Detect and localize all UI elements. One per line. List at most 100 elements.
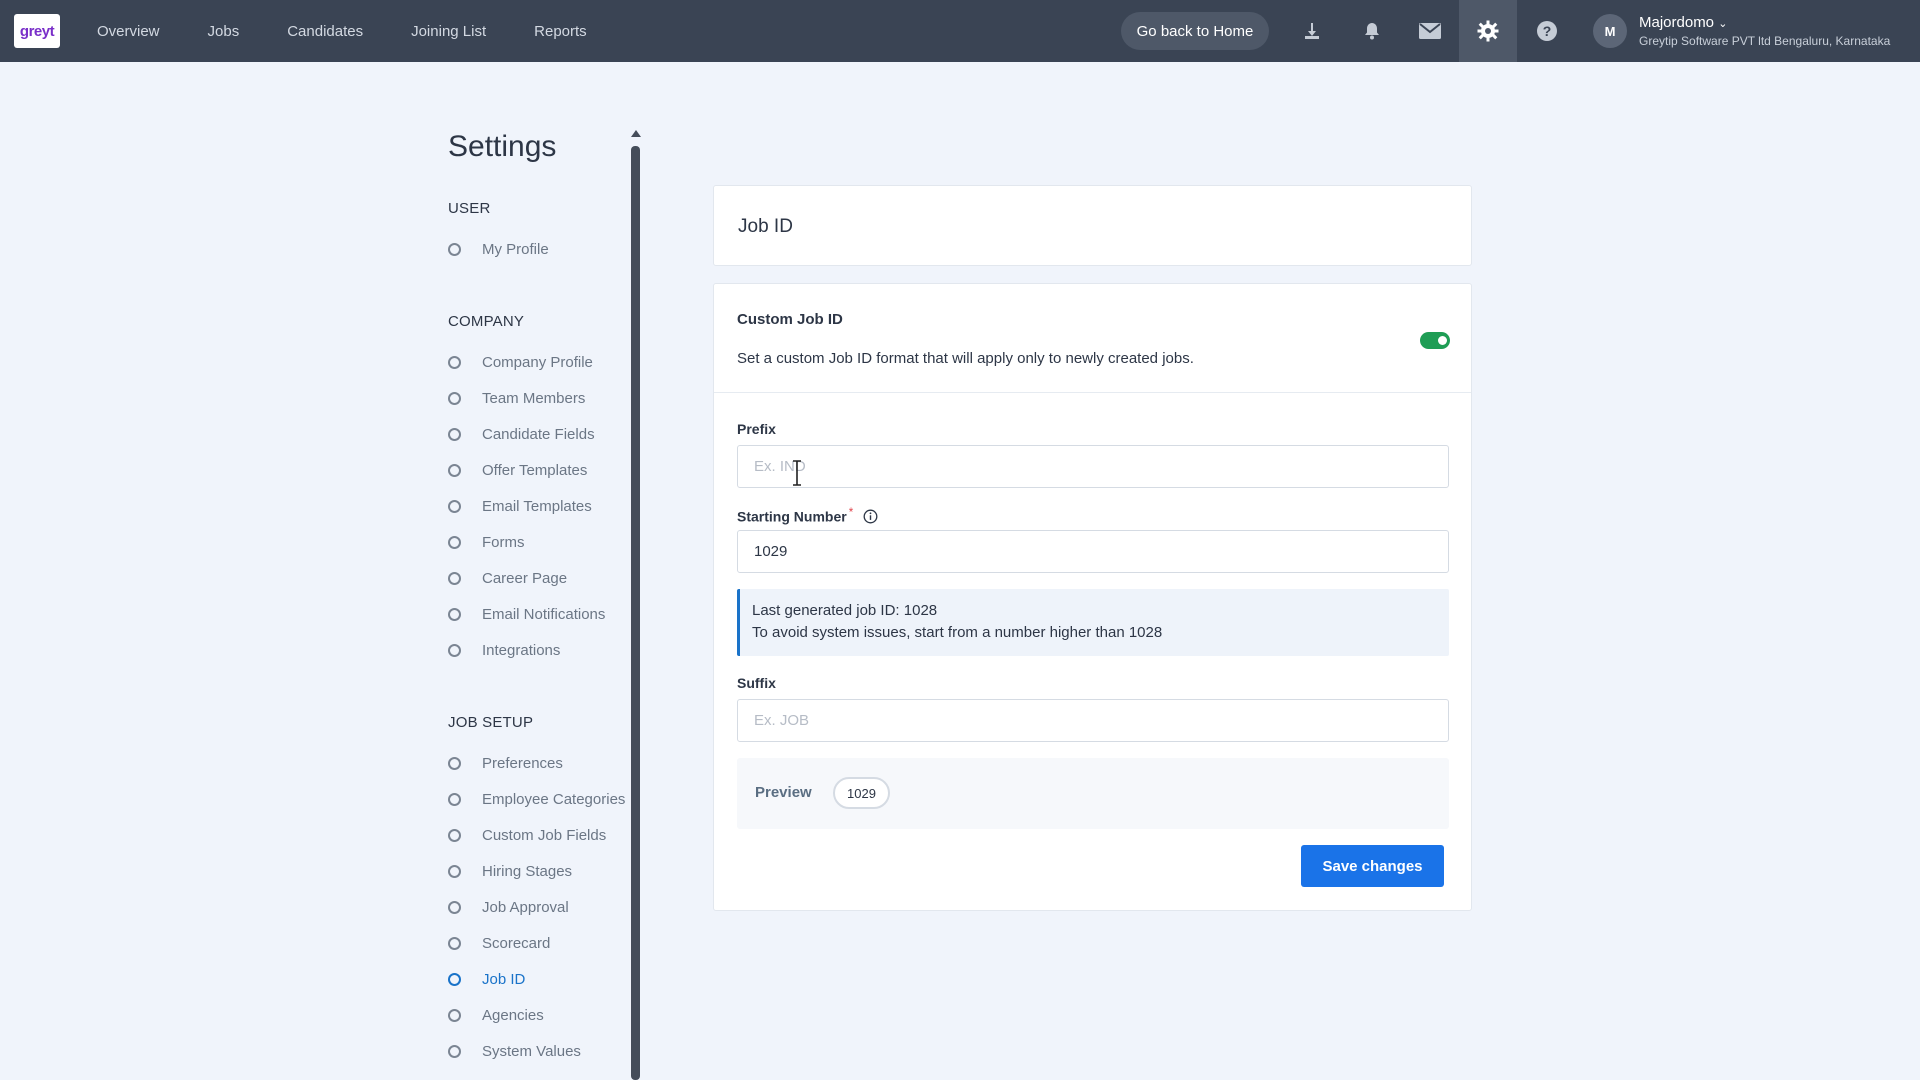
divider [714,392,1471,393]
sidebar-item-label: System Values [482,1042,581,1060]
sidebar-item-label: Job ID [482,970,526,988]
chevron-down-icon: ⌄ [1718,18,1728,30]
gear-icon[interactable] [1459,0,1517,62]
preview-box: Preview 1029 [737,758,1449,829]
radio-icon [448,427,461,441]
user-name: Majordomo [1639,14,1715,31]
sidebar-item-scorecard[interactable]: Scorecard [448,931,550,955]
sidebar-item-forms[interactable]: Forms [448,530,525,554]
sidebar-item-email-templates[interactable]: Email Templates [448,494,592,518]
preview-label: Preview [755,784,812,801]
radio-icon [448,936,461,950]
user-name-dropdown[interactable]: Majordomo ⌄ [1639,14,1727,31]
sidebar-item-label: Job Approval [482,898,569,916]
sidebar-item-label: Career Page [482,569,568,587]
sidebar-item-my-profile[interactable]: My Profile [448,237,549,261]
text-cursor-icon [792,460,802,486]
sidebar-item-label: Hiring Stages [482,862,573,880]
sidebar-item-label: Scorecard [482,934,551,952]
sidebar-item-employee-categories[interactable]: Employee Categories [448,787,625,811]
sidebar-item-custom-job-fields[interactable]: Custom Job Fields [448,823,606,847]
greytip-logo[interactable]: greyt [14,14,60,48]
info-icon[interactable] [863,509,878,527]
custom-job-id-title: Custom Job ID [737,311,843,328]
custom-job-id-toggle[interactable] [1420,332,1450,349]
sidebar-item-email-notifications[interactable]: Email Notifications [448,602,605,626]
sidebar-item-label: Email Templates [482,497,592,515]
radio-icon [448,864,461,878]
required-mark: * [848,506,854,519]
nav-overview[interactable]: Overview [97,23,160,40]
sidebar-item-candidate-fields[interactable]: Candidate Fields [448,422,595,446]
sidebar-item-label: Forms [482,533,525,551]
radio-icon [448,1008,461,1022]
sidebar-item-agencies[interactable]: Agencies [448,1003,544,1027]
last-generated-info-box: Last generated job ID: 1028 To avoid sys… [737,589,1449,656]
custom-job-id-description: Set a custom Job ID format that will app… [737,350,1194,367]
page-title: Settings [448,130,557,163]
sidebar-item-career-page[interactable]: Career Page [448,566,567,590]
starting-number-label: Starting Number * [737,506,878,527]
nav-jobs[interactable]: Jobs [208,23,240,40]
sidebar-item-label: Custom Job Fields [482,826,607,844]
starting-number-input[interactable]: 1029 [737,530,1449,573]
go-back-home-button[interactable]: Go back to Home [1121,12,1269,50]
sidebar-item-label: Employee Categories [482,790,626,808]
card-title: Job ID [738,216,793,237]
nav-reports[interactable]: Reports [534,23,587,40]
avatar[interactable]: M [1593,14,1627,48]
radio-icon [448,643,461,657]
sidebar-item-hiring-stages[interactable]: Hiring Stages [448,859,572,883]
section-heading-user: USER [448,200,491,217]
nav-joining-list[interactable]: Joining List [411,23,486,40]
sidebar-item-label: Team Members [482,389,586,407]
download-icon[interactable] [1283,0,1341,62]
section-heading-job-setup: JOB SETUP [448,714,534,731]
sidebar-item-label: Agencies [482,1006,544,1024]
sidebar-item-job-id[interactable]: Job ID [448,967,525,991]
sidebar-item-label: Preferences [482,754,563,772]
section-heading-company: COMPANY [448,313,525,330]
prefix-label: Prefix [737,421,776,437]
radio-icon [448,355,461,369]
user-organization: Greytip Software PVT ltd Bengaluru, Karn… [1639,34,1891,48]
sidebar-item-label: Company Profile [482,353,593,371]
sidebar-item-system-values[interactable]: System Values [448,1039,581,1063]
scroll-up-arrow-icon[interactable] [631,130,641,137]
radio-icon [448,792,461,806]
sidebar-item-offer-templates[interactable]: Offer Templates [448,458,587,482]
bell-icon[interactable] [1343,0,1401,62]
radio-selected-icon [448,972,461,986]
help-icon[interactable]: ? [1518,0,1576,62]
radio-icon [448,463,461,477]
svg-text:?: ? [1543,23,1552,39]
nav-candidates[interactable]: Candidates [287,23,363,40]
sidebar-scrollbar[interactable] [631,146,640,1080]
sidebar-item-label: My Profile [482,240,549,258]
top-navigation-bar: greyt Overview Jobs Candidates Joining L… [0,0,1920,62]
suffix-input[interactable]: Ex. JOB [737,699,1449,742]
radio-icon [448,1044,461,1058]
save-changes-button[interactable]: Save changes [1301,845,1444,887]
sidebar-item-label: Integrations [482,641,561,659]
radio-icon [448,900,461,914]
radio-icon [448,828,461,842]
custom-job-id-card: Custom Job ID Set a custom Job ID format… [713,283,1472,911]
sidebar-item-company-profile[interactable]: Company Profile [448,350,593,374]
sidebar-item-team-members[interactable]: Team Members [448,386,585,410]
starting-number-label-text: Starting Number [737,508,847,525]
radio-icon [448,571,461,585]
sidebar-item-label: Offer Templates [482,461,588,479]
sidebar-item-integrations[interactable]: Integrations [448,638,560,662]
prefix-input[interactable]: Ex. IND [737,445,1449,488]
sidebar-item-preferences[interactable]: Preferences [448,751,563,775]
sidebar-item-job-approval[interactable]: Job Approval [448,895,569,919]
sidebar-item-label: Email Notifications [482,605,606,623]
suffix-label: Suffix [737,675,776,691]
mail-icon[interactable] [1401,0,1459,62]
preview-value-pill: 1029 [833,777,890,809]
main-nav: Overview Jobs Candidates Joining List Re… [97,0,635,62]
sidebar-item-label: Candidate Fields [482,425,595,443]
radio-icon [448,242,461,256]
info-warning-text: To avoid system issues, start from a num… [752,624,1163,641]
